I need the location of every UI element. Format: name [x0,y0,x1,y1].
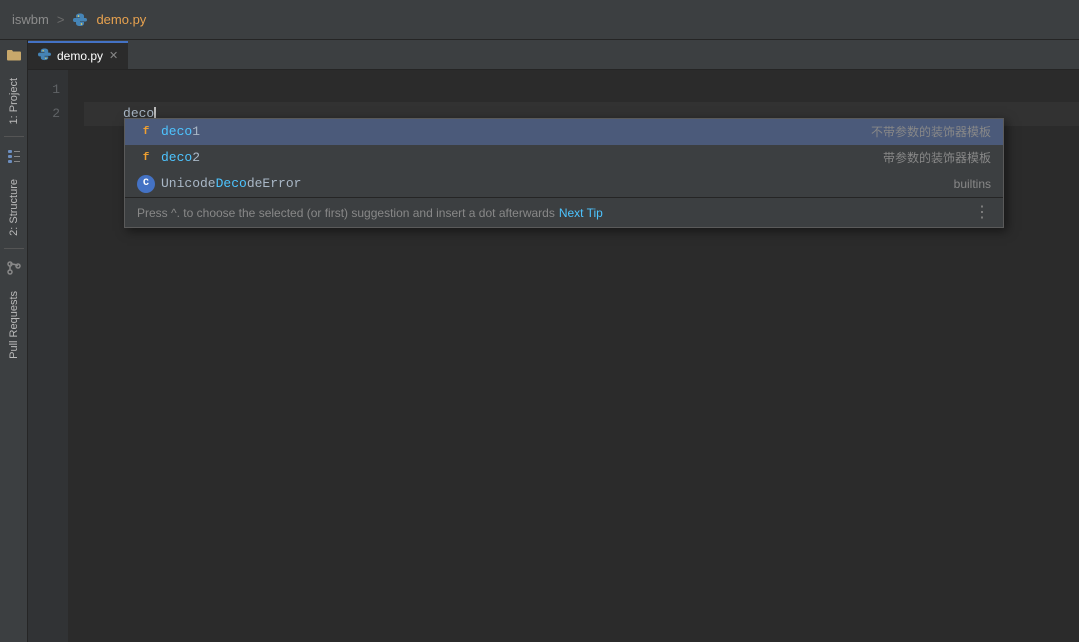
left-sidebar: 1: Project 2: Structure Pull Reques [0,40,28,642]
tab-demo-py[interactable]: demo.py ✕ [28,41,128,69]
line-number-1: 1 [28,78,60,102]
pull-requests-icon[interactable] [3,257,25,279]
next-tip-button[interactable]: Next Tip [559,201,603,225]
folder-icon[interactable] [3,44,25,66]
code-area[interactable]: deco f deco1 不带参数的装饰器模板 [68,70,1079,642]
ac-icon-function-1: f [137,123,155,141]
sidebar-item-pull-requests[interactable]: Pull Requests [8,283,20,367]
code-indent [84,102,123,126]
ac-name-unicode: UnicodeDecodeError [161,172,954,196]
ac-prefix-unicode: Unicode [161,176,216,191]
tab-bar: demo.py ✕ [28,40,1079,70]
editor-area[interactable]: 1 2 deco f [28,70,1079,642]
content-area: demo.py ✕ 1 2 deco [28,40,1079,642]
autocomplete-dropdown: f deco1 不带参数的装饰器模板 f deco2 [124,118,1004,228]
sidebar-item-structure[interactable]: 2: Structure [8,171,20,244]
code-line-1 [84,78,1079,102]
sidebar-item-project[interactable]: 1: Project [8,70,20,132]
title-filename: demo.py [96,12,146,27]
ac-name-deco2: deco2 [161,146,883,170]
tip-bar: Press ^. to choose the selected (or firs… [125,197,1003,227]
tab-close-button[interactable]: ✕ [109,51,118,62]
line-numbers: 1 2 [28,70,68,642]
breadcrumb-separator: > [57,12,65,27]
title-bar: iswbm > demo.py [0,0,1079,40]
ac-suffix-1: 1 [192,124,200,139]
ac-icon-function-2: f [137,149,155,167]
ac-match-unicode: Deco [216,176,247,191]
ac-suffix-unicode: deError [247,176,302,191]
ac-match-deco2: deco [161,150,192,165]
python-file-icon [72,12,88,28]
tab-label: demo.py [57,49,103,63]
line-number-2: 2 [28,102,60,126]
tip-text: Press ^. to choose the selected (or firs… [137,201,555,225]
ac-item-deco2[interactable]: f deco2 带参数的装饰器模板 [125,145,1003,171]
ac-item-deco1[interactable]: f deco1 不带参数的装饰器模板 [125,119,1003,145]
ac-desc-3: builtins [954,172,991,196]
main-layout: 1: Project 2: Structure Pull Reques [0,40,1079,642]
editor-content: 1 2 deco f [28,70,1079,642]
more-options-button[interactable]: ⋮ [974,201,991,225]
ac-suffix-2: 2 [192,150,200,165]
sidebar-divider-1 [4,136,24,137]
project-name: iswbm [12,12,49,27]
ac-match-deco1: deco [161,124,192,139]
sidebar-divider-2 [4,248,24,249]
ac-name-deco1: deco1 [161,120,871,144]
ac-item-unicode[interactable]: C UnicodeDecodeError builtins [125,171,1003,197]
ac-icon-class: C [137,175,155,193]
tab-python-icon [38,48,51,64]
ac-desc-2: 带参数的装饰器模板 [883,146,991,170]
ac-desc-1: 不带参数的装饰器模板 [871,120,991,144]
structure-icon[interactable] [3,145,25,167]
